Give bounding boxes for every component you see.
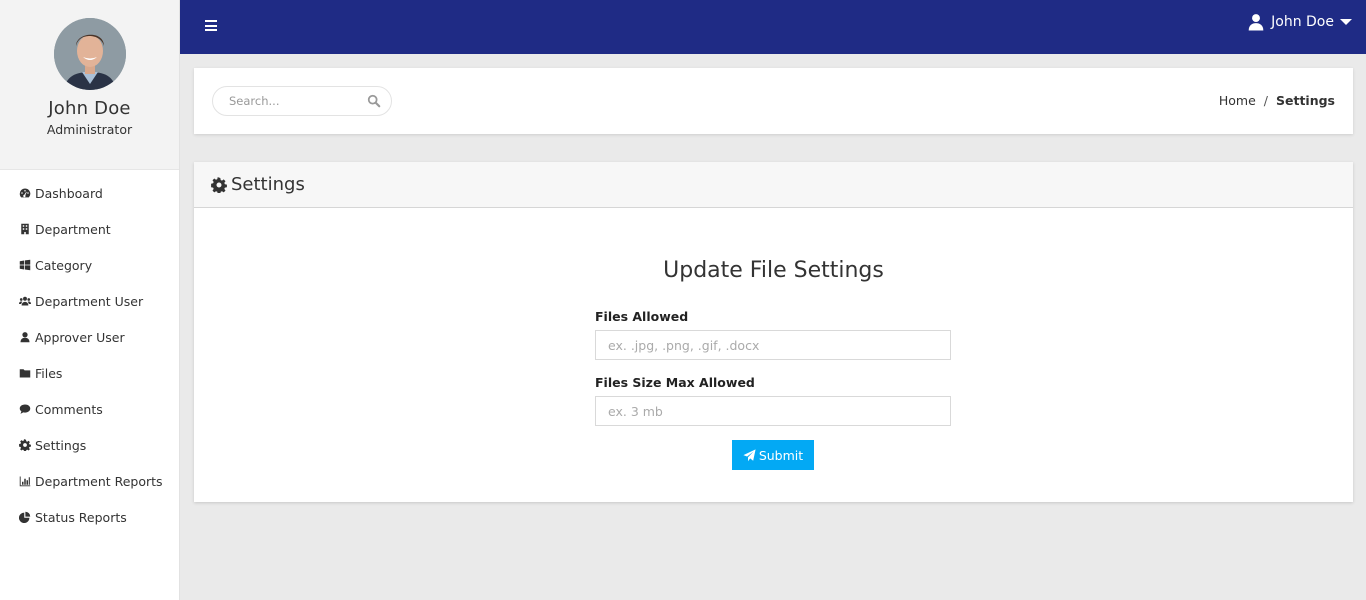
- sidebar-item-label: Department: [35, 221, 111, 237]
- dashboard-icon: [18, 186, 32, 200]
- windows-icon: [18, 258, 32, 272]
- sidebar-item-label: Approver User: [35, 329, 125, 345]
- folder-icon: [18, 366, 32, 380]
- file-size-max-label: Files Size Max Allowed: [595, 375, 755, 390]
- search-icon[interactable]: [367, 94, 381, 108]
- sidebar-nav: Dashboard Department Category Department…: [0, 170, 179, 535]
- sidebar-item-dashboard[interactable]: Dashboard: [0, 175, 179, 211]
- sidebar-item-approver-user[interactable]: Approver User: [0, 319, 179, 355]
- file-size-max-group: Files Size Max Allowed: [595, 375, 951, 426]
- user-photo-icon: [53, 18, 126, 90]
- form-title: Update File Settings: [663, 258, 884, 283]
- users-icon: [18, 294, 32, 308]
- search-box: [212, 86, 392, 116]
- settings-card: Settings Update File Settings Files Allo…: [194, 162, 1353, 502]
- sidebar-item-department-user[interactable]: Department User: [0, 283, 179, 319]
- user-menu-name: John Doe: [1271, 14, 1334, 30]
- sidebar: John Doe Administrator Dashboard Departm…: [0, 0, 180, 600]
- sidebar-item-comments[interactable]: Comments: [0, 391, 179, 427]
- files-allowed-label: Files Allowed: [595, 309, 689, 324]
- sidebar-item-label: Files: [35, 365, 63, 381]
- sidebar-item-label: Department User: [35, 293, 144, 309]
- bar-chart-icon: [18, 474, 32, 488]
- settings-card-header: Settings: [194, 162, 1353, 208]
- hamburger-icon[interactable]: [205, 20, 217, 31]
- sidebar-item-department-reports[interactable]: Department Reports: [0, 463, 179, 499]
- submit-label: Submit: [758, 447, 804, 463]
- submit-button[interactable]: Submit: [732, 440, 814, 470]
- comment-icon: [18, 402, 32, 416]
- sidebar-item-label: Comments: [35, 401, 103, 417]
- file-settings-form: Files Allowed Files Size Max Allowed: [595, 309, 951, 426]
- files-allowed-input[interactable]: [595, 330, 951, 360]
- profile-panel: John Doe Administrator: [0, 0, 179, 170]
- file-size-max-input[interactable]: [595, 396, 951, 426]
- sidebar-item-department[interactable]: Department: [0, 211, 179, 247]
- pie-chart-icon: [18, 510, 32, 524]
- breadcrumb-home[interactable]: Home: [1219, 93, 1256, 108]
- breadcrumb-separator: /: [1263, 93, 1268, 108]
- building-icon: [18, 222, 32, 236]
- profile-name: John Doe: [48, 98, 131, 119]
- sidebar-item-category[interactable]: Category: [0, 247, 179, 283]
- caret-down-icon: [1340, 19, 1352, 25]
- user-icon: [1248, 14, 1264, 31]
- avatar: [53, 18, 126, 90]
- breadcrumb: Home / Settings: [1219, 93, 1335, 108]
- profile-role: Administrator: [46, 122, 133, 137]
- settings-card-title: Settings: [231, 174, 305, 195]
- gear-icon: [18, 438, 32, 452]
- sidebar-item-label: Dashboard: [35, 185, 103, 201]
- sidebar-item-label: Department Reports: [35, 473, 163, 489]
- search-breadcrumb-card: Home / Settings: [194, 68, 1353, 134]
- search-input[interactable]: [229, 87, 359, 115]
- sidebar-item-label: Status Reports: [35, 509, 127, 525]
- sidebar-item-settings[interactable]: Settings: [0, 427, 179, 463]
- files-allowed-group: Files Allowed: [595, 309, 951, 360]
- sidebar-item-files[interactable]: Files: [0, 355, 179, 391]
- sidebar-item-status-reports[interactable]: Status Reports: [0, 499, 179, 535]
- gear-icon: [211, 176, 227, 193]
- user-menu-dropdown[interactable]: John Doe: [1247, 13, 1352, 31]
- sidebar-item-label: Settings: [35, 437, 87, 453]
- sidebar-item-label: Category: [35, 257, 93, 273]
- user-icon: [18, 330, 32, 344]
- paper-plane-icon: [743, 448, 756, 461]
- top-navbar: John Doe: [180, 0, 1366, 54]
- breadcrumb-current: Settings: [1275, 93, 1335, 108]
